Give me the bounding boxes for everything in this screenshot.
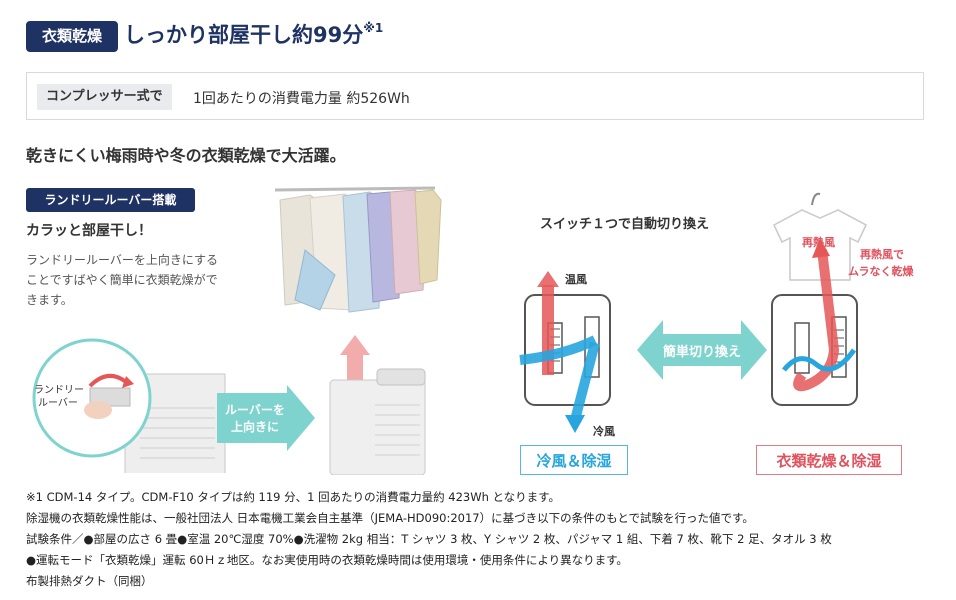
- category-badge: 衣類乾燥: [26, 21, 118, 52]
- title-text: しっかり部屋干し約99分: [124, 23, 364, 47]
- footnote-line: ※1 CDM-14 タイプ。CDM-F10 タイプは約 119 分、1 回あたり…: [26, 490, 561, 504]
- louver-description: ランドリールーバーを上向きにすることですばやく簡単に衣類乾燥ができます。: [26, 253, 219, 307]
- power-info-box: コンプレッサー式で 1回あたりの消費電力量 約526Wh: [26, 72, 924, 120]
- louver-up-label-1: ルーバーを: [225, 403, 285, 417]
- easy-switch-arrow: 簡単切り換え: [637, 320, 767, 380]
- louver-up-arrow: ルーバーを 上向きに: [217, 385, 315, 451]
- louver-label-line2: ルーバー: [38, 397, 78, 409]
- footnote-mark: ※1: [363, 21, 384, 35]
- cool-mode-diagram: 温風 冷風: [519, 271, 615, 438]
- warm-air-label: 温風: [565, 272, 587, 286]
- footnote-line: 布製排熱ダクト（同梱）: [26, 574, 153, 588]
- reheat-note-2: ムラなく乾燥: [848, 264, 914, 278]
- louver-label-line1: ランドリー: [34, 384, 84, 396]
- footnotes: ※1 CDM-14 タイプ。CDM-F10 タイプは約 119 分、1 回あたり…: [26, 487, 936, 592]
- louver-up-label-2: 上向きに: [231, 419, 279, 434]
- clothes-dry-dehumidify-mode: 衣類乾燥＆除湿: [756, 445, 902, 475]
- switch-title: スイッチ１つで自動切り換え: [540, 217, 710, 232]
- easy-switch-label: 簡単切り換え: [662, 344, 741, 360]
- footnote-line: 試験条件／●部屋の広さ 6 畳●室温 20℃湿度 70%●洗濯物 2kg 相当：…: [26, 532, 832, 546]
- compressor-label: コンプレッサー式で: [37, 84, 172, 110]
- dehumidifier-illustration: [329, 335, 426, 475]
- section-subheading: 乾きにくい梅雨時や冬の衣類乾燥で大活躍。: [26, 146, 346, 165]
- louver-closeup-illustration: ランドリー ルーバー: [32, 338, 226, 473]
- cold-air-label: 冷風: [593, 424, 615, 438]
- page-title: しっかり部屋干し約99分※1: [124, 19, 383, 49]
- cool-dehumidify-mode: 冷風＆除湿: [520, 445, 628, 475]
- reheat-note-1: 再熱風で: [860, 247, 904, 261]
- laundry-louver-tag: ランドリールーバー搭載: [26, 188, 195, 212]
- louver-title: カラッと部屋干し！: [26, 223, 152, 239]
- dry-mode-diagram: 再熱風 再熱風で ムラなく乾燥: [771, 192, 914, 406]
- footnote-line: 除湿機の衣類乾燥性能は、一般社団法人 日本電機工業会自主基準（JEMA-HD09…: [26, 511, 754, 525]
- power-consumption-value: 1回あたりの消費電力量 約526Wh: [193, 91, 410, 107]
- footnote-line: ●運転モード「衣類乾燥」運転 60Ｈｚ地区。なお実使用時の衣類乾燥時間は使用環境…: [26, 553, 628, 567]
- hanging-clothes-illustration: [274, 186, 442, 313]
